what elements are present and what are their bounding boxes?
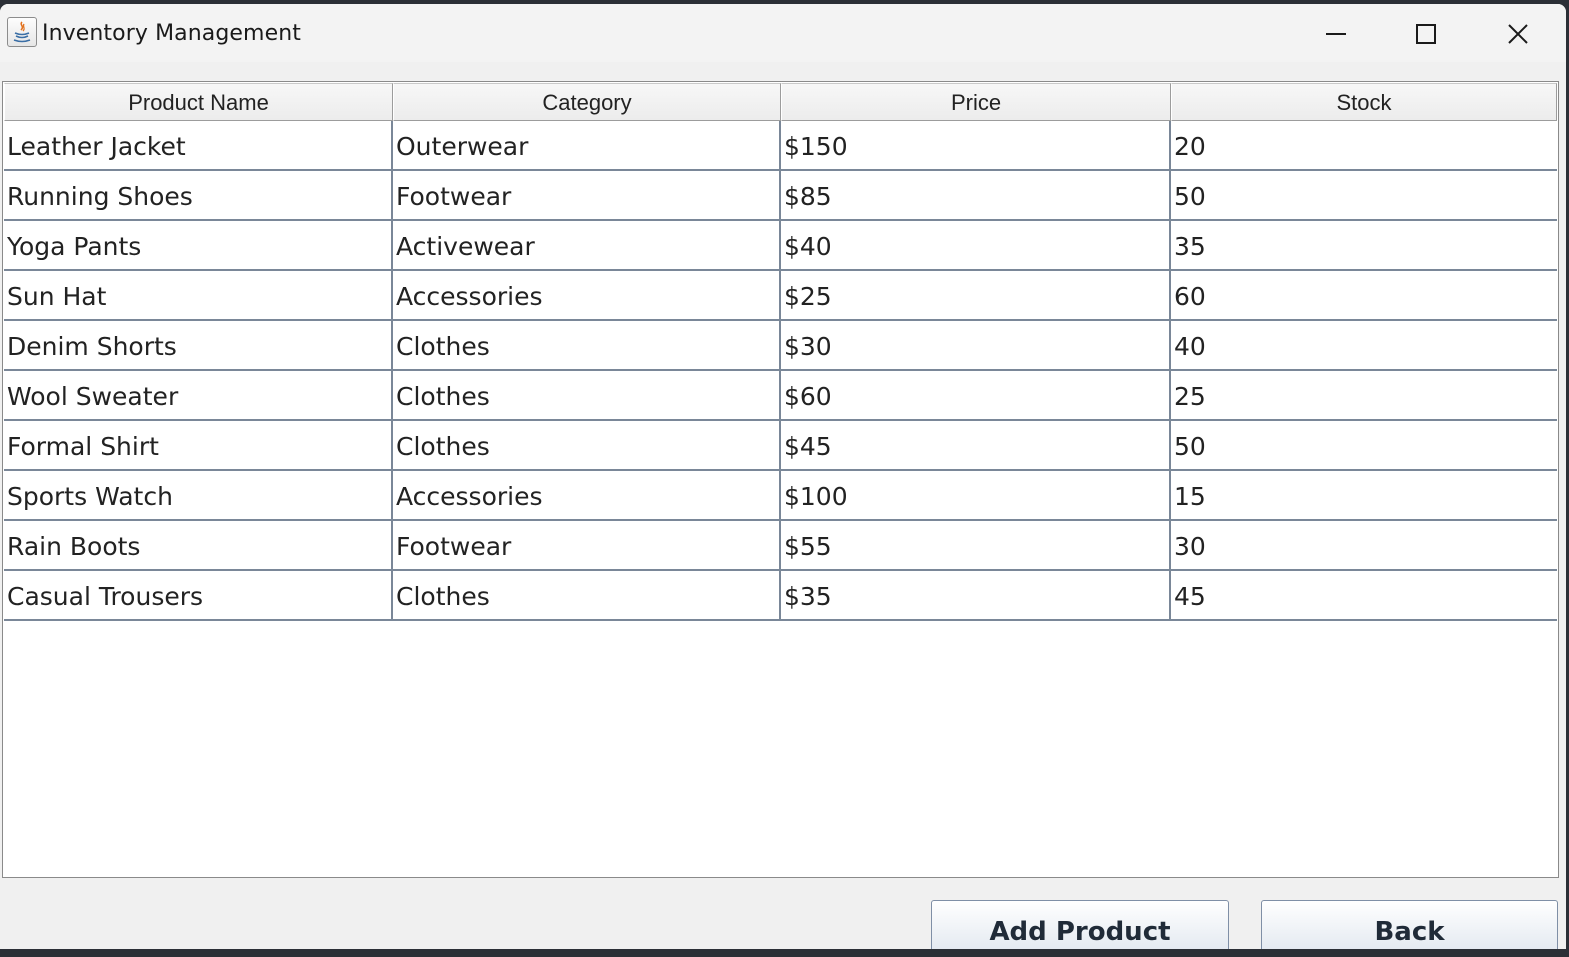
title-bar[interactable]: Inventory Management	[0, 4, 1566, 62]
cell-product-name[interactable]: Denim Shorts	[4, 321, 393, 369]
minimize-icon	[1326, 33, 1346, 35]
minimize-button[interactable]	[1290, 4, 1382, 62]
cell-product-name[interactable]: Wool Sweater	[4, 371, 393, 419]
cell-stock[interactable]: 50	[1171, 171, 1557, 219]
cell-product-name[interactable]: Running Shoes	[4, 171, 393, 219]
table-body: Leather Jacket Outerwear $150 20 Running…	[4, 121, 1557, 621]
cell-product-name[interactable]: Formal Shirt	[4, 421, 393, 469]
table-row[interactable]: Rain Boots Footwear $55 30	[4, 521, 1557, 571]
table-row[interactable]: Denim Shorts Clothes $30 40	[4, 321, 1557, 371]
table-row[interactable]: Leather Jacket Outerwear $150 20	[4, 121, 1557, 171]
table-row[interactable]: Formal Shirt Clothes $45 50	[4, 421, 1557, 471]
back-button[interactable]: Back	[1261, 900, 1558, 949]
cell-stock[interactable]: 15	[1171, 471, 1557, 519]
cell-product-name[interactable]: Rain Boots	[4, 521, 393, 569]
cell-product-name[interactable]: Yoga Pants	[4, 221, 393, 269]
cell-stock[interactable]: 60	[1171, 271, 1557, 319]
cell-price[interactable]: $30	[781, 321, 1171, 369]
cell-product-name[interactable]: Casual Trousers	[4, 571, 393, 619]
cell-category[interactable]: Footwear	[393, 521, 781, 569]
cell-product-name[interactable]: Leather Jacket	[4, 121, 393, 169]
close-icon	[1508, 24, 1528, 44]
cell-category[interactable]: Accessories	[393, 271, 781, 319]
column-header-category[interactable]: Category	[393, 83, 781, 121]
cell-price[interactable]: $85	[781, 171, 1171, 219]
cell-price[interactable]: $100	[781, 471, 1171, 519]
cell-price[interactable]: $40	[781, 221, 1171, 269]
cell-product-name[interactable]: Sports Watch	[4, 471, 393, 519]
maximize-button[interactable]	[1380, 4, 1472, 62]
cell-price[interactable]: $45	[781, 421, 1171, 469]
table-row[interactable]: Yoga Pants Activewear $40 35	[4, 221, 1557, 271]
cell-stock[interactable]: 50	[1171, 421, 1557, 469]
cell-price[interactable]: $25	[781, 271, 1171, 319]
table-row[interactable]: Casual Trousers Clothes $35 45	[4, 571, 1557, 621]
table-row[interactable]: Running Shoes Footwear $85 50	[4, 171, 1557, 221]
cell-price[interactable]: $150	[781, 121, 1171, 169]
cell-category[interactable]: Outerwear	[393, 121, 781, 169]
cell-stock[interactable]: 20	[1171, 121, 1557, 169]
window-title: Inventory Management	[42, 21, 301, 46]
cell-price[interactable]: $55	[781, 521, 1171, 569]
cell-category[interactable]: Clothes	[393, 321, 781, 369]
cell-category[interactable]: Clothes	[393, 371, 781, 419]
column-header-price[interactable]: Price	[781, 83, 1171, 121]
inventory-table[interactable]: Product Name Category Price Stock Leathe…	[2, 81, 1559, 878]
java-icon	[7, 17, 37, 47]
column-header-product-name[interactable]: Product Name	[4, 83, 393, 121]
cell-price[interactable]: $35	[781, 571, 1171, 619]
add-product-button[interactable]: Add Product	[931, 900, 1229, 949]
column-header-stock[interactable]: Stock	[1171, 83, 1557, 121]
cell-category[interactable]: Footwear	[393, 171, 781, 219]
cell-product-name[interactable]: Sun Hat	[4, 271, 393, 319]
table-row[interactable]: Sports Watch Accessories $100 15	[4, 471, 1557, 521]
table-header: Product Name Category Price Stock	[4, 83, 1557, 121]
cell-stock[interactable]: 30	[1171, 521, 1557, 569]
close-button[interactable]	[1472, 4, 1564, 62]
cell-stock[interactable]: 35	[1171, 221, 1557, 269]
app-window: Inventory Management Product Name Catego…	[0, 4, 1566, 949]
cell-category[interactable]: Accessories	[393, 471, 781, 519]
cell-price[interactable]: $60	[781, 371, 1171, 419]
table-row[interactable]: Wool Sweater Clothes $60 25	[4, 371, 1557, 421]
cell-stock[interactable]: 40	[1171, 321, 1557, 369]
cell-stock[interactable]: 45	[1171, 571, 1557, 619]
maximize-icon	[1416, 24, 1436, 44]
table-row[interactable]: Sun Hat Accessories $25 60	[4, 271, 1557, 321]
cell-category[interactable]: Activewear	[393, 221, 781, 269]
cell-category[interactable]: Clothes	[393, 571, 781, 619]
cell-stock[interactable]: 25	[1171, 371, 1557, 419]
cell-category[interactable]: Clothes	[393, 421, 781, 469]
